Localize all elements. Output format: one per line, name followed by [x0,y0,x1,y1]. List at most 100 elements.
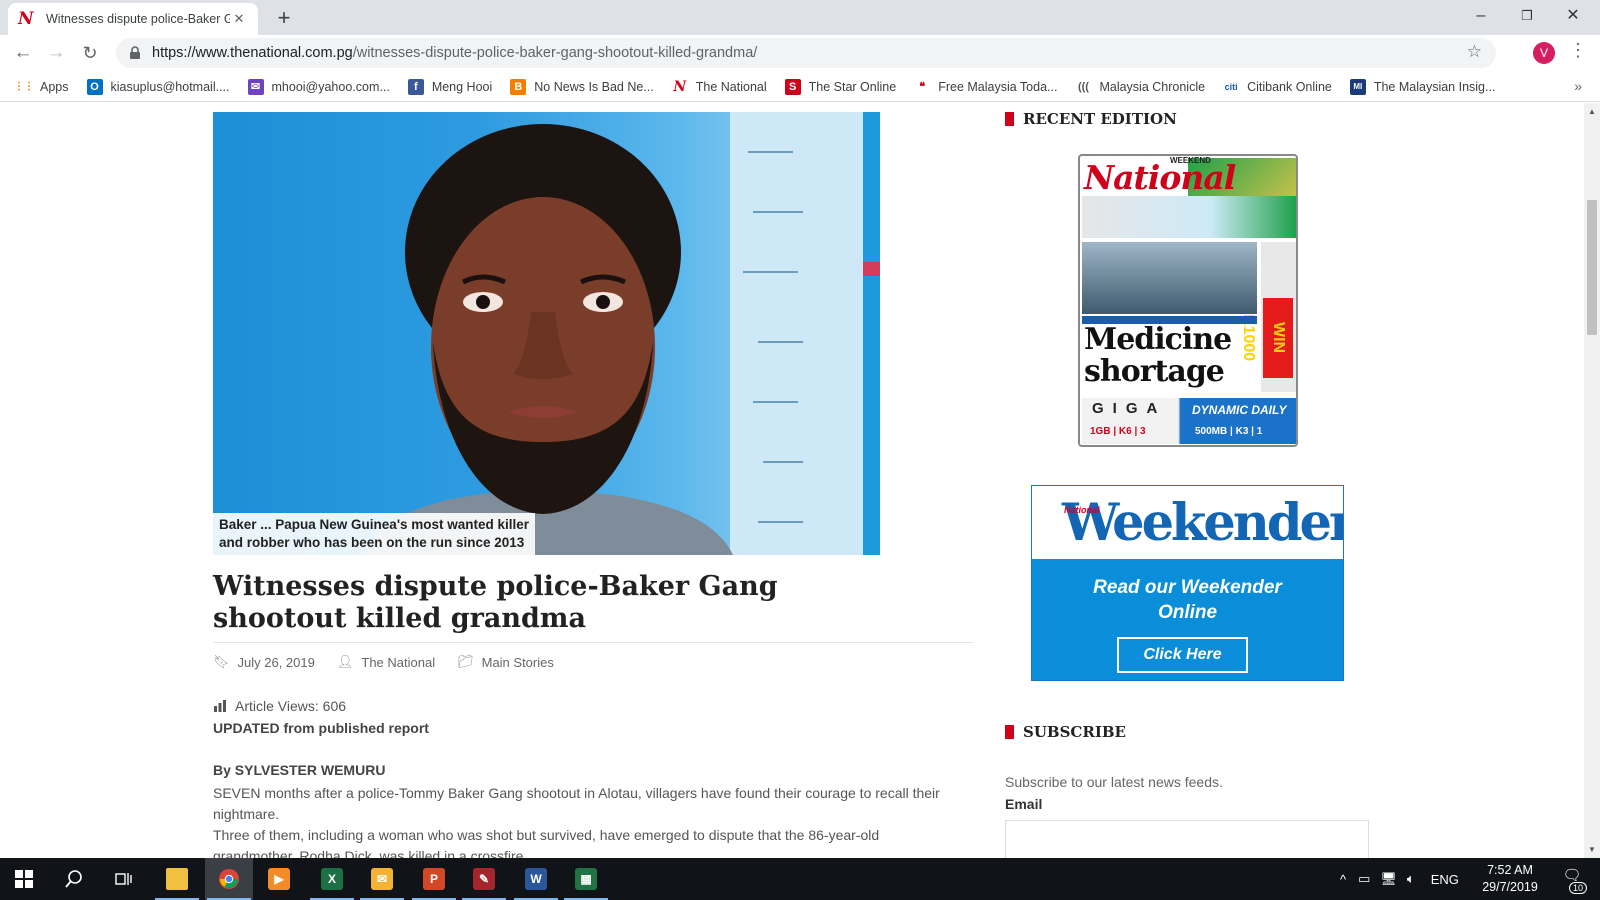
bookmark-item[interactable]: MI The Malaysian Insig... [1349,78,1496,95]
outlook-mail-icon[interactable]: ✉ [358,858,406,900]
page-scrollbar[interactable]: ▲ ▼ [1584,103,1600,858]
folder-icon: 📁︎ [457,654,474,669]
bookmark-item[interactable]: B No News Is Bad Ne... [510,78,654,95]
bookmark-item[interactable]: ⋮⋮ Apps [14,79,69,95]
taskbar-clock[interactable]: 7:52 AM 29/7/2019 [1464,862,1556,896]
bookmarks-overflow-icon[interactable]: » [1574,78,1582,94]
article-headline: Witnesses dispute police-Baker Gang shoo… [213,571,778,634]
lock-icon [130,46,140,59]
powerpoint-icon[interactable]: P [410,858,458,900]
url-path: /witnesses-dispute-police-baker-gang-sho… [352,45,758,61]
windows-taskbar: ▶ X ✉ P ✎ W ▦ ^ ▭ 🖥︎ 🔈︎ ENG 7:52 AM 29/7… [0,858,1600,900]
cover-headline-line: Medicine [1084,322,1232,357]
bookmark-label: No News Is Bad Ne... [534,79,654,94]
author-link[interactable]: The National [361,655,435,670]
bookmark-item[interactable]: Okiasuplus@hotmail.... [86,78,230,95]
language-indicator[interactable]: ENG [1431,872,1459,887]
new-tab-button[interactable]: + [272,5,296,31]
menu-kebab-icon[interactable]: ⋮ [1568,40,1588,61]
cover-headline: Medicine shortage [1084,322,1232,389]
restore-icon[interactable]: ❐ [1504,3,1550,29]
bookmark-label: Free Malaysia Toda... [938,79,1058,94]
bookmark-item[interactable]: citi Citibank Online [1223,78,1332,95]
meta-category[interactable]: 📁︎ Main Stories [457,654,554,670]
bookmark-icon: 🔖︎ [213,654,230,669]
weekender-brand: National [1064,505,1100,515]
publisher-icon[interactable]: ✎ [460,858,508,900]
date-text: July 26, 2019 [237,654,315,670]
profile-avatar[interactable]: V [1533,42,1555,64]
bookmark-star-icon[interactable]: ☆ [1467,42,1482,62]
bookmark-item[interactable]: N The National [671,78,767,95]
minimize-icon[interactable]: – [1458,3,1504,29]
scroll-thumb[interactable] [1587,200,1597,335]
bookmark-item[interactable]: S The Star Online [784,78,896,95]
national-icon: N [671,78,688,95]
back-icon[interactable]: ← [9,40,37,68]
bookmark-item[interactable]: ❝ Free Malaysia Toda... [914,78,1058,95]
citi-icon: citi [1223,78,1240,95]
network-icon[interactable]: 🖥︎ [1380,871,1397,887]
bookmark-item[interactable]: ✉ mhooi@yahoo.com... [247,78,390,95]
weekender-text-line: Online [1157,602,1218,623]
meta-date: 🔖︎ July 26, 2019 [213,654,315,670]
bookmark-label: Apps [40,79,69,94]
views-text: Article Views: 606 [235,698,347,714]
paragraph: SEVEN months after a police-Tommy Baker … [213,785,940,822]
reload-icon[interactable]: ↻ [76,40,104,68]
media-player-icon[interactable]: ▶ [255,858,303,900]
volume-icon[interactable]: 🔈︎ [1407,871,1415,887]
search-icon[interactable] [50,858,98,900]
battery-icon[interactable]: ▭ [1358,871,1370,887]
chrome-icon[interactable] [205,858,253,900]
caption-line: Baker ... Papua New Guinea's most wanted… [219,517,530,532]
scroll-down-icon[interactable]: ▼ [1584,845,1600,854]
browser-tab-active[interactable]: N Witnesses dispute police-Baker Gang ✕ [8,3,258,35]
email-field[interactable] [1005,820,1369,858]
bookmark-label: The National [695,79,767,94]
paragraph: Three of them, including a woman who was… [213,827,880,858]
task-view-icon[interactable] [100,858,148,900]
cover-headline-line: shortage [1084,354,1225,389]
spreadsheet-icon[interactable]: ▦ [562,858,610,900]
windows-start-icon[interactable] [0,858,48,900]
page-content: Baker ... Papua New Guinea's most wanted… [0,103,1584,858]
url-text: https://www.thenational.com.pg/witnesses… [152,45,757,61]
close-window-icon[interactable]: ✕ [1550,3,1596,29]
close-tab-icon[interactable]: ✕ [230,11,248,27]
bookmark-label: kiasuplus@hotmail.... [110,79,230,94]
bookmark-item[interactable]: f Meng Hooi [407,78,492,95]
mail-icon: ✉ [247,78,264,95]
tab-favicon: N [18,9,34,29]
caption-line: and robber who has been on the run since… [219,535,525,550]
updated-note: UPDATED from published report [213,720,429,736]
bookmark-label: The Malaysian Insig... [1373,79,1496,94]
recent-edition-cover[interactable]: National WEEKEND WIN K1000 Medicine shor… [1078,154,1298,447]
excel-icon[interactable]: X [308,858,356,900]
bookmark-item[interactable]: (((Malaysia Chronicle [1075,78,1205,95]
click-here-button[interactable]: Click Here [1117,637,1248,673]
notification-count: 10 [1568,882,1587,894]
chevron-up-icon[interactable]: ^ [1340,872,1346,887]
article-views: Article Views: 606 [213,698,346,714]
insight-icon: MI [1349,78,1366,95]
cover-weekend: WEEKEND [1170,156,1211,165]
category-link[interactable]: Main Stories [482,655,554,670]
star-online-icon: S [784,78,801,95]
file-explorer-icon[interactable] [153,858,201,900]
address-bar[interactable]: https://www.thenational.com.pg/witnesses… [116,38,1496,68]
forward-icon[interactable]: → [42,40,70,68]
portrait-illustration [363,112,880,555]
meta-author[interactable]: 👤︎ The National [337,654,435,670]
article-photo: Baker ... Papua New Guinea's most wanted… [213,112,880,555]
clock-date: 29/7/2019 [1482,880,1538,894]
scroll-up-icon[interactable]: ▲ [1584,107,1600,116]
word-icon[interactable]: W [512,858,560,900]
chronicle-icon: ((( [1075,78,1092,95]
bookmark-label: Citibank Online [1247,79,1332,94]
byline: By SYLVESTER WEMURU [213,762,386,778]
weekender-title: Weekender [1062,493,1344,553]
weekender-ad[interactable]: Weekender National Read our Weekender On… [1031,485,1344,681]
action-center-icon[interactable]: 🗨︎ 10 [1557,866,1587,894]
outlook-icon: O [86,78,103,95]
